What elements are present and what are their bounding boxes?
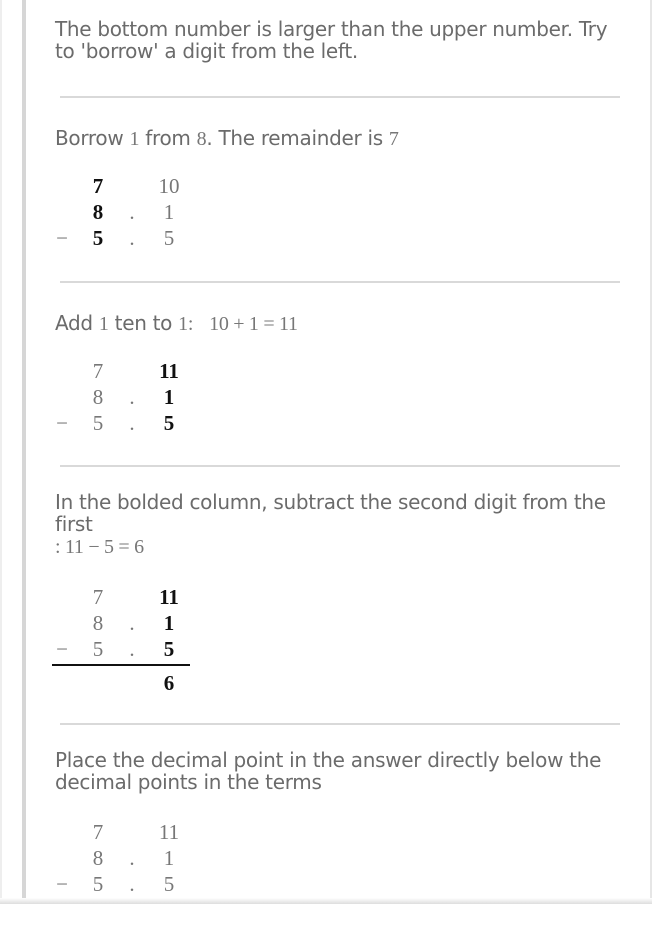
left-digit: 7 — [92, 174, 104, 198]
left-digit: 5 — [92, 872, 104, 896]
minus-sign: − — [56, 637, 68, 661]
left-digit: 5 — [92, 637, 104, 661]
decimal-point: . — [129, 872, 135, 896]
right-digit: 11 — [159, 359, 179, 383]
step-4-equation: : 11 − 5 = 6 — [55, 536, 144, 558]
step-1-text: The bottom number is larger than the upp… — [55, 17, 608, 63]
right-digit: 5 — [163, 226, 175, 250]
step-3-text: Add 1 ten to 1: 10 + 1 = 11 — [55, 311, 298, 335]
left-digit: 8 — [92, 200, 104, 224]
left-digit: 5 — [92, 411, 104, 435]
left-digit: 7 — [92, 585, 104, 609]
decimal-point: . — [129, 846, 135, 870]
decimal-point: . — [129, 200, 135, 224]
answer-digit: 6 — [163, 671, 175, 695]
right-digit: 1 — [163, 200, 175, 224]
right-digit: 10 — [158, 174, 180, 198]
step-2-text: Borrow 1 from 8. The remainder is 7 — [55, 126, 399, 150]
bottom-edge — [0, 898, 652, 904]
left-digit: 8 — [92, 611, 104, 635]
minus-sign: − — [56, 411, 68, 435]
step-5-text: Place the decimal point in the answer di… — [55, 748, 602, 794]
minus-sign: − — [56, 872, 68, 896]
left-digit: 8 — [92, 385, 104, 409]
minus-sign: − — [56, 226, 68, 250]
right-digit: 5 — [163, 637, 175, 661]
decimal-point: . — [129, 637, 135, 661]
left-digit: 7 — [92, 820, 104, 844]
left-digit: 7 — [92, 359, 104, 383]
step-4-subtraction: 7 11 8. 1−5. 5 6 — [0, 585, 300, 705]
step-3-subtraction: 7 11 8. 1−5. 5 — [0, 359, 300, 479]
right-digit: 11 — [158, 820, 180, 844]
right-digit: 1 — [163, 846, 175, 870]
divider — [60, 723, 620, 725]
decimal-point: . — [129, 226, 135, 250]
right-digit: 1 — [163, 611, 175, 635]
divider — [60, 465, 620, 467]
step-4-text: In the bolded column, subtract the secon… — [55, 490, 606, 536]
divider — [60, 281, 620, 283]
decimal-point: . — [129, 611, 135, 635]
left-digit: 8 — [92, 846, 104, 870]
decimal-point: . — [129, 385, 135, 409]
sum-line — [52, 664, 190, 666]
left-digit: 5 — [92, 226, 104, 250]
decimal-point: . — [129, 411, 135, 435]
right-digit: 1 — [163, 385, 175, 409]
right-digit: 11 — [159, 585, 179, 609]
divider — [60, 96, 620, 98]
step-2-subtraction: 7 10 8. 1−5. 5 — [0, 174, 300, 294]
right-digit: 5 — [163, 872, 175, 896]
step-5-subtraction: 7 11 8. 1−5. 5 — [0, 820, 300, 940]
right-digit: 5 — [163, 411, 175, 435]
